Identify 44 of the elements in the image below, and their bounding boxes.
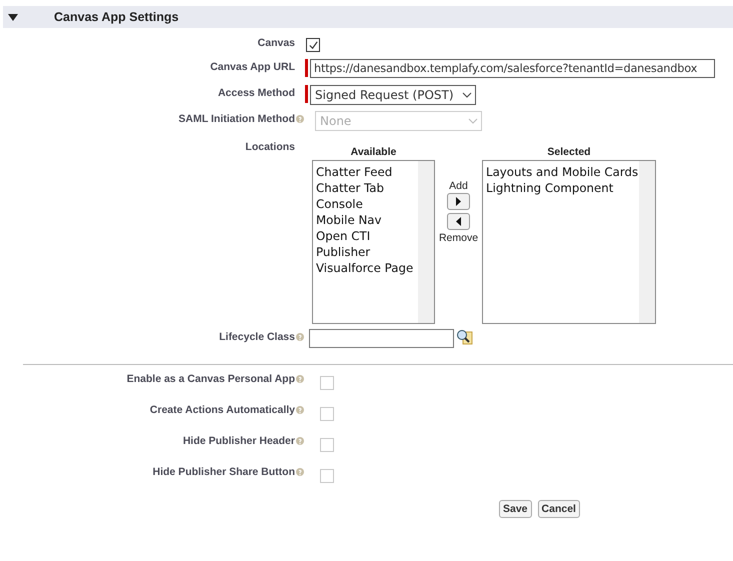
list-item[interactable]: Visualforce Page: [316, 260, 414, 276]
field-label: Access Method: [218, 86, 295, 99]
field-label: Create Actions Automatically: [150, 403, 295, 416]
field-label: Enable as a Canvas Personal App: [126, 372, 295, 385]
list-item[interactable]: Console: [316, 196, 414, 212]
selected-list[interactable]: Layouts and Mobile Cards Lightning Component: [482, 160, 656, 324]
field-label: Locations: [245, 140, 295, 153]
available-list[interactable]: Chatter Feed Chatter Tab Console Mobile Nav Open CTI Publisher Visualforce Page: [312, 160, 435, 324]
list-heading: Available: [350, 146, 396, 160]
remove-button[interactable]: [447, 213, 470, 230]
add-button[interactable]: [447, 193, 470, 210]
list-item[interactable]: Layouts and Mobile Cards: [486, 164, 638, 180]
list-item[interactable]: Open CTI: [316, 228, 414, 244]
list-heading: Selected: [547, 146, 591, 160]
right-arrow-icon: [456, 197, 461, 206]
field-label: Hide Publisher Header: [182, 434, 295, 447]
action-button[interactable]: Cancel: [538, 500, 580, 518]
field-label: Lifecycle Class: [219, 330, 295, 343]
scrollbar[interactable]: [418, 161, 434, 323]
list-item[interactable]: Lightning Component: [486, 180, 638, 196]
list-item[interactable]: Chatter Tab: [316, 180, 414, 196]
section-title: Canvas App Settings: [54, 10, 179, 24]
action-button[interactable]: Save: [499, 500, 532, 518]
field-label: Canvas App URL: [210, 60, 295, 73]
scrollbar[interactable]: [639, 161, 655, 323]
search-icon[interactable]: [456, 329, 473, 346]
list-item[interactable]: Chatter Feed: [316, 164, 414, 180]
collapse-icon[interactable]: [8, 14, 18, 20]
lookup-field[interactable]: [309, 329, 454, 348]
field-label: Hide Publisher Share Button: [152, 465, 295, 478]
list-item[interactable]: Mobile Nav: [316, 212, 414, 228]
list-item[interactable]: Publisher: [316, 244, 414, 260]
field-label: Canvas: [258, 36, 295, 49]
chevron-icon: [468, 118, 478, 124]
checkbox[interactable]: [306, 38, 320, 52]
url-field[interactable]: https://danesandbox.templafy.com/salesforce?tenantId=danesandbox: [310, 59, 715, 78]
help-icon[interactable]: [296, 333, 304, 341]
add-label: Add: [449, 180, 468, 192]
chevron-icon: [462, 92, 472, 98]
dropdown[interactable]: Signed Request (POST): [310, 85, 476, 105]
remove-label: Remove: [438, 232, 478, 244]
dropdown: None: [315, 111, 482, 131]
field-label: SAML Initiation Method: [178, 112, 295, 125]
left-arrow-icon: [456, 217, 461, 226]
